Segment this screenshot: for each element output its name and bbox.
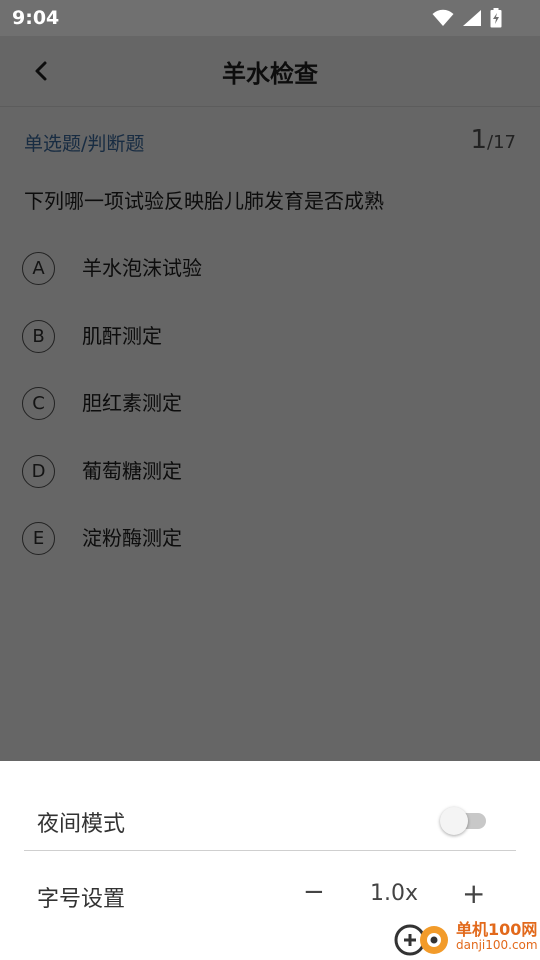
status-time: 9:04 [12,7,60,29]
divider [24,850,516,851]
app-bar: 羊水检查 [0,36,540,107]
answer-options: A 羊水泡沫试验 B 肌酐测定 C 胆红素测定 D 葡萄糖测定 E 淀粉酶测定 [22,252,522,590]
wifi-icon [432,9,454,26]
watermark-logo-icon [394,924,448,956]
signal-icon [463,10,481,26]
option-d[interactable]: D 葡萄糖测定 [22,454,522,523]
option-text: 胆红素测定 [82,391,182,415]
option-e[interactable]: E 淀粉酶测定 [22,522,522,590]
font-scale-value: 1.0x [370,881,419,906]
option-letter: C [22,387,55,420]
option-c[interactable]: C 胆红素测定 [22,387,522,455]
increase-font-button[interactable]: + [462,877,485,910]
option-a[interactable]: A 羊水泡沫试验 [22,252,522,320]
night-mode-toggle[interactable] [440,805,486,835]
page-title: 羊水检查 [222,60,318,88]
battery-charging-icon [490,8,502,28]
status-icons [432,8,502,28]
option-letter: A [22,252,55,285]
question-text: 下列哪一项试验反映胎儿肺发育是否成熟 [24,189,384,213]
night-mode-label: 夜间模式 [37,812,126,837]
option-letter: E [22,522,55,555]
status-bar: 9:04 [0,0,540,36]
decrease-font-button[interactable]: − [303,877,325,907]
question-counter: 1/17 [470,125,516,155]
option-letter: D [22,454,55,488]
question-type-label: 单选题/判断题 [24,133,145,155]
question-total-count: /17 [487,132,516,153]
option-text: 葡萄糖测定 [82,458,182,483]
option-text: 肌酐测定 [82,323,162,348]
font-size-label: 字号设置 [37,887,126,912]
option-b[interactable]: B 肌酐测定 [22,319,522,388]
question-current-number: 1 [470,125,488,155]
option-text: 淀粉酶测定 [82,526,182,550]
question-area: 单选题/判断题 1/17 下列哪一项试验反映胎儿肺发育是否成熟 A 羊水泡沫试验… [0,107,540,761]
watermark: 单机100网 danji100.com [392,914,540,960]
watermark-title: 单机100网 [456,920,538,939]
option-letter: B [22,319,55,353]
watermark-url: danji100.com [456,938,538,952]
option-text: 羊水泡沫试验 [82,256,202,280]
toggle-knob [440,807,468,835]
